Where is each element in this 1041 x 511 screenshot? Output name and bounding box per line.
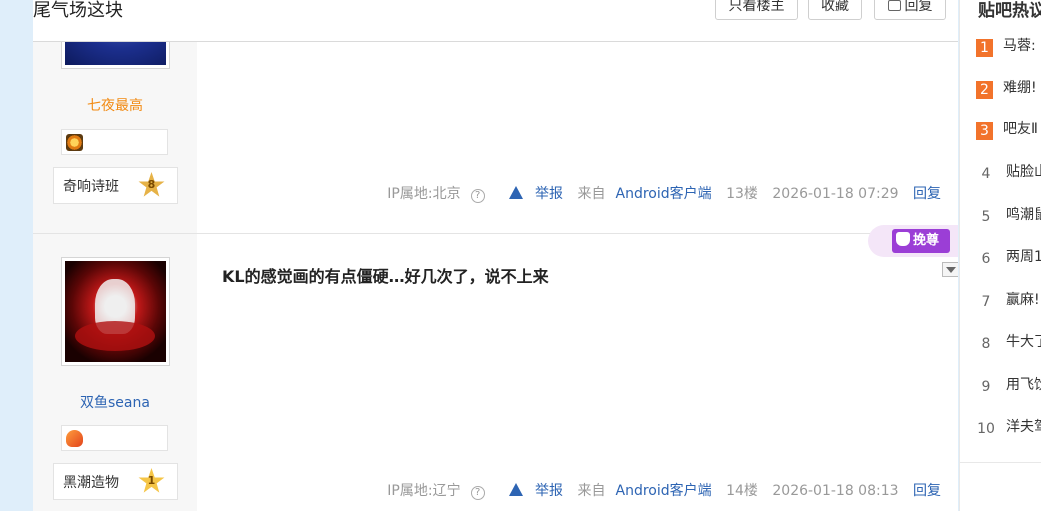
favorite-button[interactable]: 收藏 [808, 0, 862, 20]
warning-icon [509, 483, 524, 496]
hot-topic-item[interactable]: 1 马蓉: [976, 37, 1036, 57]
medal-icon[interactable] [66, 430, 83, 447]
comment-icon [887, 0, 901, 11]
only-op-button[interactable]: 只看楼主 [715, 0, 798, 20]
user-avatar[interactable] [61, 257, 170, 366]
hot-topics-title: 贴吧热议 [978, 1, 1041, 21]
hot-topic-text: 牛大了 [1006, 334, 1041, 350]
thread-main: 七夜最高 奇响诗班 8 IP属地:北京? 举报 来自 Android客户端 13楼… [33, 0, 958, 511]
post-content: KL的感觉画的有点僵硬…好几次了，说不上来 [222, 267, 549, 286]
rank-number: 8 [981, 336, 991, 352]
thread-title: 尾气场这块 [33, 0, 123, 21]
hand-icon [896, 232, 910, 246]
post-time: 2026-01-18 08:13 [772, 483, 899, 499]
client-source: 来自 Android客户端 [577, 483, 712, 499]
hot-topic-item[interactable]: 9 用飞饮 [976, 376, 1041, 396]
hot-topic-text: 用飞饮 [1006, 377, 1041, 393]
hot-topic-text: 鸣潮鼠 [1006, 207, 1041, 223]
rank-number: 1 [976, 39, 993, 57]
user-badge-bar [61, 425, 168, 451]
hot-topic-item[interactable]: 5 鸣潮鼠 [976, 206, 1041, 226]
hot-topic-item[interactable]: 2 难绷! [976, 79, 1037, 99]
rank-number: 7 [981, 294, 991, 310]
reply-link[interactable]: 回复 [913, 186, 941, 202]
post-menu-dropdown[interactable] [942, 262, 958, 277]
rank-number: 2 [976, 81, 993, 99]
help-icon[interactable]: ? [470, 486, 485, 500]
hot-topic-item[interactable]: 4 贴脸山 [976, 163, 1041, 183]
post-meta: IP属地:北京? 举报 来自 Android客户端 13楼 2026-01-18 … [33, 183, 941, 203]
reply-link[interactable]: 回复 [913, 483, 941, 499]
username-link[interactable]: 双鱼seana [33, 392, 197, 412]
hot-topic-item[interactable]: 6 两周1 [976, 248, 1041, 268]
hot-topic-text: 吧友Ⅱ [1003, 121, 1038, 137]
reply-button[interactable]: 回复 [874, 0, 946, 20]
floor-number: 14楼 [726, 483, 758, 499]
rank-number: 4 [981, 166, 991, 182]
hot-topic-item[interactable]: 10 洋夫驾 [976, 418, 1041, 438]
rank-number: 3 [976, 122, 993, 140]
left-page-margin [0, 0, 33, 511]
thread-header: 尾气场这块 只看楼主 收藏 回复 [33, 0, 958, 42]
client-link[interactable]: Android客户端 [616, 186, 712, 202]
client-source: 来自 Android客户端 [577, 186, 712, 202]
report-link[interactable]: 举报 [499, 186, 563, 202]
hot-topic-text: 两周1 [1006, 249, 1041, 265]
warning-icon [509, 186, 524, 199]
help-icon[interactable]: ? [470, 189, 485, 203]
hot-topic-text: 贴脸山 [1006, 164, 1041, 180]
panel-divider [960, 462, 1041, 463]
rank-number: 6 [981, 251, 991, 267]
hot-topic-item[interactable]: 7 赢麻! [976, 291, 1040, 311]
rank-number: 5 [981, 209, 991, 225]
hot-topic-item[interactable]: 3 吧友Ⅱ [976, 120, 1038, 140]
medal-icon[interactable] [66, 134, 83, 151]
post-meta: IP属地:辽宁? 举报 来自 Android客户端 14楼 2026-01-18 … [33, 480, 941, 500]
hot-topic-text: 赢麻! [1006, 292, 1040, 308]
ip-location: IP属地:北京? [377, 186, 485, 203]
client-link[interactable]: Android客户端 [616, 483, 712, 499]
ip-location: IP属地:辽宁? [377, 483, 485, 500]
hot-topics-panel: 贴吧热议 1马蓉: 2难绷! 3吧友Ⅱ 4贴脸山 5鸣潮鼠 6两周1 7赢麻! … [959, 0, 1041, 511]
floor-number: 13楼 [726, 186, 758, 202]
report-link[interactable]: 举报 [499, 483, 563, 499]
wanzun-button[interactable]: 挽尊 [892, 229, 950, 253]
hot-topic-text: 洋夫驾 [1006, 419, 1041, 435]
rank-number: 10 [977, 421, 995, 437]
user-badge-bar [61, 129, 168, 155]
hot-topic-item[interactable]: 8 牛大了 [976, 333, 1041, 353]
username-link[interactable]: 七夜最高 [33, 95, 197, 115]
hot-topic-text: 难绷! [1003, 80, 1037, 96]
hot-topic-text: 马蓉: [1003, 38, 1036, 54]
rank-number: 9 [981, 379, 991, 395]
post-time: 2026-01-18 07:29 [772, 186, 899, 202]
